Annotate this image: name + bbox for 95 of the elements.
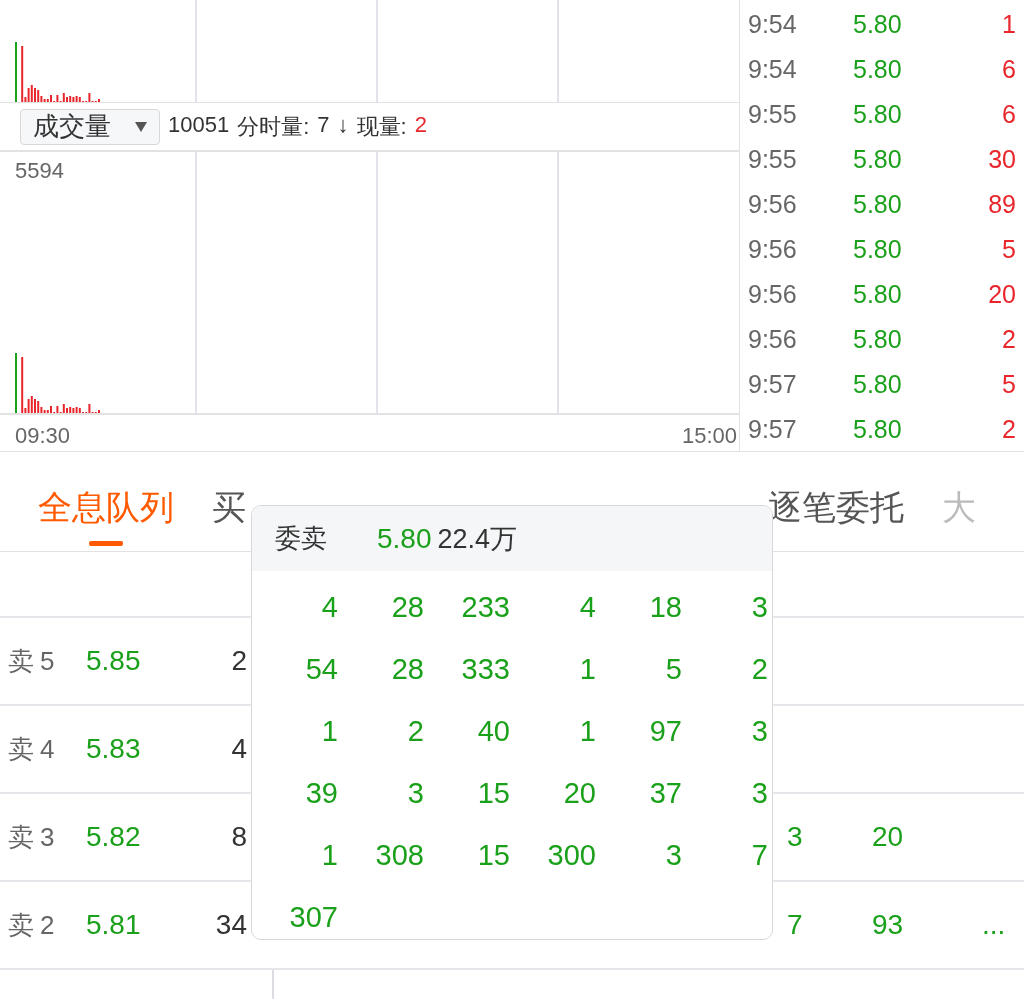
trade-price: 5.80: [853, 280, 903, 309]
queue-order: 4: [578, 590, 596, 624]
queue-order: 2: [406, 714, 424, 748]
trade-volume: 30: [987, 145, 1016, 174]
queue-order: 39: [304, 776, 338, 810]
trade-price: 5.80: [853, 100, 903, 129]
popup-price: 5.80: [377, 522, 432, 555]
trade-price: 5.80: [853, 370, 903, 399]
caret-icon: [135, 121, 147, 132]
trade-volume: 5: [1001, 235, 1016, 264]
queue-order: 15: [476, 776, 510, 810]
trade-time: 9:54: [748, 55, 798, 84]
tab-underline: [89, 541, 123, 546]
queue-order: 3: [750, 776, 768, 810]
queue-order: 1: [578, 652, 596, 686]
queue-order: 15: [476, 838, 510, 872]
trade-time: 9:55: [748, 145, 798, 174]
trade-price: 5.80: [853, 10, 903, 39]
down-arrow-icon: ↓: [337, 111, 349, 142]
tab[interactable]: 买: [212, 452, 246, 551]
trade-price: 5.80: [853, 190, 903, 219]
minute-volume-value: 7: [317, 111, 330, 139]
trade-price: 5.80: [853, 55, 903, 84]
queue-order: 93: [872, 909, 905, 941]
trade-time: 9:57: [748, 415, 798, 444]
queue-order: 2: [750, 652, 768, 686]
level-volume: 2: [230, 645, 247, 677]
queue-order: 20: [562, 776, 596, 810]
queue-order: 18: [648, 590, 682, 624]
queue-order: 28: [390, 590, 424, 624]
trade-volume: 6: [1001, 55, 1016, 84]
time-axis-label: 09:30: [15, 423, 71, 449]
level-volume: 4: [230, 733, 247, 765]
queue-order: 5: [664, 652, 682, 686]
trade-time: 9:56: [748, 280, 798, 309]
trade-time: 9:56: [748, 235, 798, 264]
queue-order: 3: [750, 590, 768, 624]
level-label: 卖4: [7, 732, 62, 766]
queue-order: 20: [872, 821, 905, 853]
level-label: 卖2: [7, 908, 62, 942]
minute-volume-label: 分时量:: [237, 112, 310, 141]
current-volume-value: 2: [414, 111, 427, 139]
trade-price: 5.80: [853, 235, 903, 264]
level-price: 5.82: [86, 821, 142, 853]
current-volume-label: 现量:: [356, 112, 407, 141]
level-label: 卖5: [7, 644, 62, 678]
popup-amount: 22.4万: [437, 522, 518, 556]
queue-order: 3: [406, 776, 424, 810]
queue-order: ...: [982, 909, 1007, 941]
queue-order: 7: [787, 909, 804, 941]
time-axis-label: 15:00: [681, 423, 737, 449]
trade-time: 9:57: [748, 370, 798, 399]
queue-order: 308: [374, 838, 424, 872]
queue-order: 333: [460, 652, 510, 686]
total-volume: 10051: [168, 111, 230, 139]
queue-order: 1: [320, 714, 338, 748]
trade-volume: 1: [1001, 10, 1016, 39]
trade-time: 9:56: [748, 325, 798, 354]
queue-order: 40: [476, 714, 510, 748]
level-price: 5.83: [86, 733, 142, 765]
queue-order: 1: [320, 838, 338, 872]
trade-volume: 20: [987, 280, 1016, 309]
queue-order: 300: [546, 838, 596, 872]
level-price: 5.81: [86, 909, 142, 941]
trade-price: 5.80: [853, 415, 903, 444]
trade-price: 5.80: [853, 325, 903, 354]
tab[interactable]: 逐笔委托: [768, 452, 904, 551]
queue-order: 3: [750, 714, 768, 748]
trade-volume: 89: [987, 190, 1016, 219]
level-price: 5.85: [86, 645, 142, 677]
trade-time: 9:55: [748, 100, 798, 129]
queue-order: 37: [648, 776, 682, 810]
popup-title: 委卖: [275, 522, 327, 555]
queue-order: 233: [460, 590, 510, 624]
queue-order: 307: [288, 900, 338, 934]
queue-order: 4: [320, 590, 338, 624]
queue-order: 7: [750, 838, 768, 872]
queue-order: 1: [578, 714, 596, 748]
level-label: 卖3: [7, 820, 62, 854]
trade-price: 5.80: [853, 145, 903, 174]
queue-order: 28: [390, 652, 424, 686]
trade-time: 9:56: [748, 190, 798, 219]
trade-volume: 2: [1001, 325, 1016, 354]
trade-volume: 5: [1001, 370, 1016, 399]
queue-order: 97: [648, 714, 682, 748]
queue-order: 3: [664, 838, 682, 872]
trade-volume: 2: [1001, 415, 1016, 444]
queue-order: 54: [304, 652, 338, 686]
trade-time: 9:54: [748, 10, 798, 39]
queue-order: 3: [787, 821, 804, 853]
indicator-dropdown[interactable]: 成交量: [20, 108, 160, 145]
level-volume: 8: [230, 821, 247, 853]
level-volume: 34: [214, 909, 247, 941]
max-volume-label: 5594: [15, 158, 64, 184]
trade-volume: 6: [1001, 100, 1016, 129]
